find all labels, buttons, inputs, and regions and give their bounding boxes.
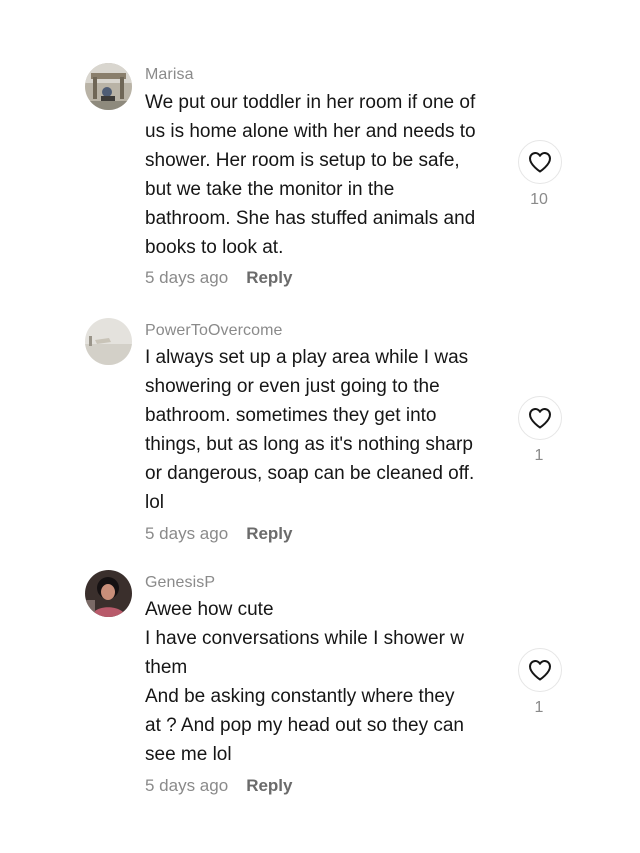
like-button[interactable]: [518, 648, 562, 692]
comment-line: lol: [145, 492, 165, 513]
heart-outline-icon: [529, 408, 551, 429]
comment-line: books to look at.: [145, 237, 284, 258]
comment-line: Awee how cute: [145, 599, 274, 620]
comment-line: We put our toddler in her room if one of: [145, 92, 476, 113]
avatar[interactable]: [85, 570, 132, 617]
comment-line: us is home alone with her and needs to: [145, 121, 476, 142]
comment-body: We put our toddler in her room if one of…: [145, 88, 515, 262]
comment-timestamp: 5 days ago: [145, 524, 229, 543]
reply-button[interactable]: Reply: [246, 268, 292, 287]
comment-line: bathroom. She has stuffed animals and: [145, 208, 476, 229]
avatar[interactable]: [85, 318, 132, 365]
comment-line: shower. Her room is setup to be safe,: [145, 150, 460, 171]
comment-line: but we take the monitor in the: [145, 179, 395, 200]
comment-meta: 5 days ago Reply: [145, 268, 292, 288]
comment-line: I have conversations while I shower w: [145, 628, 464, 649]
comment-body: Awee how cute I have conversations while…: [145, 595, 515, 769]
comment-line: showering or even just going to the: [145, 376, 440, 397]
like-count: 1: [534, 447, 544, 464]
like-button[interactable]: [518, 396, 562, 440]
heart-outline-icon: [529, 660, 551, 681]
like-count: 10: [530, 191, 548, 208]
comment-meta: 5 days ago Reply: [145, 524, 292, 544]
comment-line: And be asking constantly where they: [145, 686, 455, 707]
comment-line: them: [145, 657, 188, 678]
heart-outline-icon: [529, 152, 551, 173]
like-button[interactable]: [518, 140, 562, 184]
comment-line: see me lol: [145, 744, 232, 765]
like-count: 1: [534, 699, 544, 716]
comment-timestamp: 5 days ago: [145, 776, 229, 795]
comment-line: at ? And pop my head out so they can: [145, 715, 465, 736]
comment-username[interactable]: GenesisP: [145, 574, 215, 592]
comment-username[interactable]: PowerToOvercome: [145, 322, 283, 340]
reply-button[interactable]: Reply: [246, 524, 292, 543]
comment-line: things, but as long as it's nothing shar…: [145, 434, 473, 455]
comment-timestamp: 5 days ago: [145, 268, 229, 287]
reply-button[interactable]: Reply: [246, 776, 292, 795]
comment-line: I always set up a play area while I was: [145, 347, 469, 368]
comment-body: I always set up a play area while I was …: [145, 343, 515, 517]
comment-meta: 5 days ago Reply: [145, 776, 292, 796]
avatar[interactable]: [85, 63, 132, 110]
comment-line: bathroom. sometimes they get into: [145, 405, 437, 426]
comment-username[interactable]: Marisa: [145, 66, 194, 84]
comment-line: or dangerous, soap can be cleaned off.: [145, 463, 475, 484]
